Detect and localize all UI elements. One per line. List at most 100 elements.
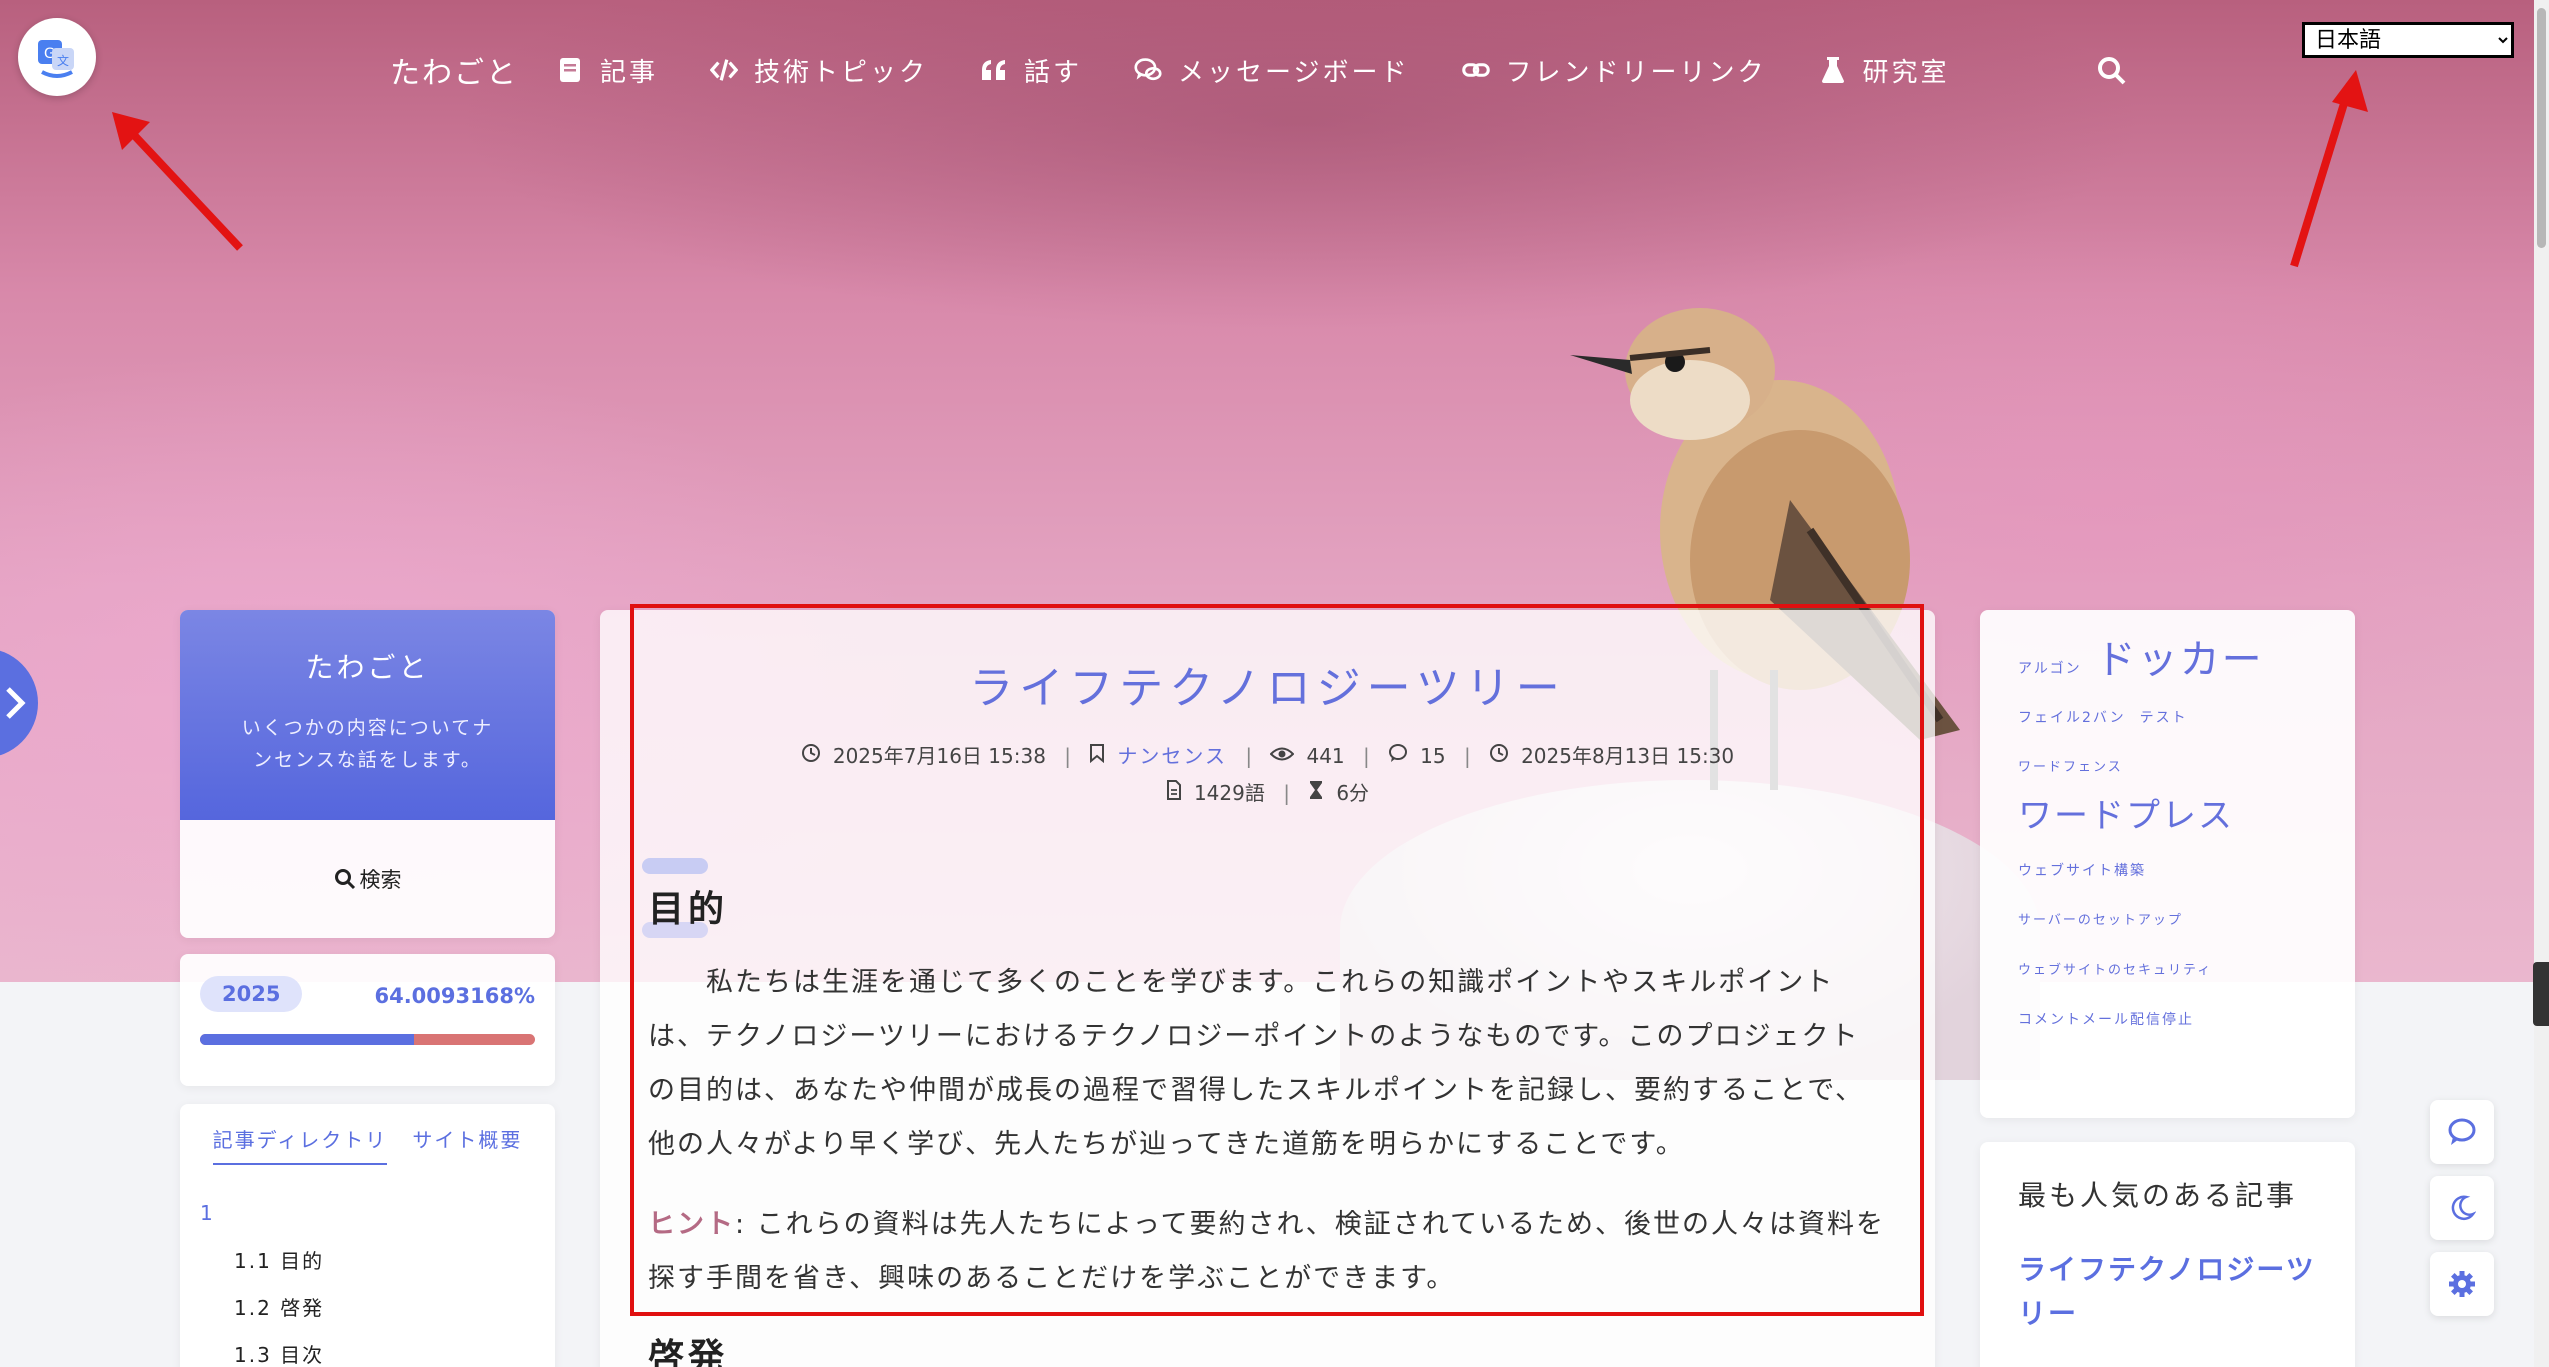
svg-text:文: 文 xyxy=(57,53,69,68)
nav-item-label: メッセージボード xyxy=(1178,57,1410,88)
nav-item-articles[interactable]: 記事 xyxy=(556,52,658,89)
meta-separator: | xyxy=(1363,744,1370,768)
article-meta: 2025年7月16日 15:38 | ナンセンス | 441 | 15 | 20… xyxy=(600,740,1935,769)
meta-separator: | xyxy=(1463,744,1471,768)
section-heading-purpose: 目的 xyxy=(648,889,729,930)
document-icon xyxy=(1166,780,1182,805)
search-label: 検索 xyxy=(359,868,402,892)
read-time: 6分 xyxy=(1336,781,1370,805)
eye-icon xyxy=(1270,744,1295,768)
year-progress-card: 2025 64.0093168% xyxy=(180,954,555,1086)
nav-item-message-board[interactable]: メッセージボード xyxy=(1134,52,1409,89)
tag-link[interactable]: コメントメール配信停止 xyxy=(2018,996,2194,1044)
profile-search-button[interactable]: 検索 xyxy=(180,820,555,938)
toc-item[interactable]: 1 xyxy=(200,1201,535,1225)
profile-title: たわごと xyxy=(305,651,430,684)
translate-icon: G 文 xyxy=(38,40,74,78)
toc-item[interactable]: 1.3 目次 xyxy=(200,1339,535,1367)
heading-decoration xyxy=(642,858,708,874)
profile-header: たわごと いくつかの内容についてナンセンスな話をします。 xyxy=(180,610,555,820)
tag-link[interactable]: ワードプレス xyxy=(2018,792,2234,840)
nav-item-talk[interactable]: 話す xyxy=(980,52,1082,89)
article-title: ライフテクノロジーツリー xyxy=(969,663,1566,714)
settings-button[interactable] xyxy=(2430,1252,2494,1316)
tag-link[interactable]: ウェブサイト構築 xyxy=(2018,847,2146,895)
section-heading-enlightenment: 啓発 xyxy=(648,1337,729,1367)
hint-text: : これらの資料は先人たちによって要約され、検証されているため、後世の人々は資料… xyxy=(648,1209,1885,1294)
toc-item[interactable]: 1.1 目的 xyxy=(200,1245,535,1274)
search-button[interactable] xyxy=(2097,56,2127,86)
year-progress-percent: 64.0093168% xyxy=(374,984,535,1008)
tag-link[interactable]: テスト xyxy=(2140,694,2188,742)
search-icon xyxy=(2098,57,2126,85)
toc-item[interactable]: 1.2 啓発 xyxy=(200,1292,535,1321)
comment-icon xyxy=(1388,744,1408,768)
chat-icon xyxy=(1134,56,1162,84)
hint-paragraph: ヒント: これらの資料は先人たちによって要約され、検証されているため、後世の人々… xyxy=(648,1198,1888,1306)
nav-item-tech-topics[interactable]: 技術トピック xyxy=(710,52,928,89)
publish-date: 2025年7月16日 15:38 xyxy=(832,744,1046,768)
tag-link[interactable]: ドッカー xyxy=(2096,636,2264,684)
popular-articles-card: 最も人気のある記事 ライフテクノロジーツリー xyxy=(1980,1142,2355,1367)
table-of-contents-card: 記事ディレクトリ サイト概要 1 1.1 目的 1.2 啓発 1.3 目次 xyxy=(180,1104,555,1367)
update-date: 2025年8月13日 15:30 xyxy=(1521,744,1735,768)
hint-label: ヒント xyxy=(648,1209,735,1240)
profile-card: たわごと いくつかの内容についてナンセンスな話をします。 検索 xyxy=(180,610,555,938)
book-icon xyxy=(556,56,584,84)
year-badge: 2025 xyxy=(200,976,303,1012)
tag-link[interactable]: フェイル2バン xyxy=(2018,694,2126,742)
comment-fab-button[interactable] xyxy=(2430,1100,2494,1164)
edge-handle[interactable] xyxy=(2533,962,2549,1026)
language-select[interactable]: 日本語 xyxy=(2302,22,2514,58)
comment-count: 15 xyxy=(1420,744,1446,768)
code-icon xyxy=(710,56,739,84)
top-navigation: G 文 たわごと 記事 技術トピック 話す メッセージボード フレンドリーリンク… xyxy=(0,0,2549,140)
tag-link[interactable]: ウェブサイトのセキュリティ xyxy=(2018,947,2212,995)
toc-tabs: 記事ディレクトリ サイト概要 xyxy=(200,1124,535,1165)
nav-item-label: 技術トピック xyxy=(754,57,929,88)
comment-icon xyxy=(2448,1118,2476,1145)
meta-separator: | xyxy=(1283,781,1290,805)
clock-icon xyxy=(1489,744,1509,768)
word-count: 1429語 xyxy=(1193,781,1265,805)
nav-item-friendly-links[interactable]: フレンドリーリンク xyxy=(1461,52,1767,89)
clock-icon xyxy=(801,744,821,768)
nav-item-laboratory[interactable]: 研究室 xyxy=(1819,52,1950,89)
hourglass-icon xyxy=(1308,781,1324,805)
dark-mode-toggle[interactable] xyxy=(2430,1176,2494,1240)
year-progress-fill xyxy=(200,1034,415,1045)
tag-cloud-card: アルゴン ドッカーフェイル2バン テスト ワードフェンス ワードプレス ウェブサイト構築サ… xyxy=(1980,610,2355,1118)
search-icon xyxy=(334,869,355,890)
tag-cloud: アルゴン ドッカーフェイル2バン テスト ワードフェンス ワードプレス ウェブサイト構築サ… xyxy=(2018,636,2317,1044)
meta-separator: | xyxy=(1245,744,1253,768)
article-meta-secondary: 1429語 | 6分 xyxy=(600,777,1935,806)
popular-article-link[interactable]: ライフテクノロジーツリー xyxy=(2018,1248,2317,1336)
year-progress-bar xyxy=(200,1034,535,1045)
article-card: ライフテクノロジーツリー 2025年7月16日 15:38 | ナンセンス | … xyxy=(600,610,1935,1367)
category-link[interactable]: ナンセンス xyxy=(1117,744,1227,768)
profile-description: いくつかの内容についてナンセンスな話をします。 xyxy=(241,717,494,771)
tag-link[interactable]: サーバーのセットアップ xyxy=(2018,897,2183,945)
nav-item-label: 研究室 xyxy=(1862,57,1950,88)
nav-item-label: 記事 xyxy=(600,57,659,88)
nav-item-label: 話す xyxy=(1024,57,1083,88)
popular-title: 最も人気のある記事 xyxy=(2018,1179,2298,1212)
tab-article-directory[interactable]: 記事ディレクトリ xyxy=(212,1124,388,1165)
moon-icon xyxy=(2451,1195,2476,1221)
bookmark-icon xyxy=(1089,744,1105,768)
tag-link[interactable]: アルゴン xyxy=(2018,645,2082,693)
chevron-right-icon xyxy=(6,687,26,719)
scrollbar-thumb[interactable] xyxy=(2537,8,2546,248)
translate-button[interactable]: G 文 xyxy=(18,18,96,96)
site-brand[interactable]: たわごと xyxy=(390,48,518,92)
nav-links: たわごと 記事 技術トピック 話す メッセージボード フレンドリーリンク 研究室 xyxy=(390,48,2002,92)
link-icon xyxy=(1461,56,1490,84)
tag-link[interactable]: ワードフェンス xyxy=(2018,744,2123,792)
view-count: 441 xyxy=(1306,744,1345,768)
toc-list: 1 1.1 目的 1.2 啓発 1.3 目次 xyxy=(200,1201,535,1367)
flask-icon xyxy=(1819,56,1847,84)
article-paragraph: 私たちは生涯を通じて多くのことを学びます。これらの知識ポイントやスキルポイントは… xyxy=(648,967,1865,1160)
nav-item-label: フレンドリーリンク xyxy=(1505,57,1767,88)
tab-site-overview[interactable]: サイト概要 xyxy=(412,1124,522,1165)
gear-icon xyxy=(2449,1271,2475,1297)
